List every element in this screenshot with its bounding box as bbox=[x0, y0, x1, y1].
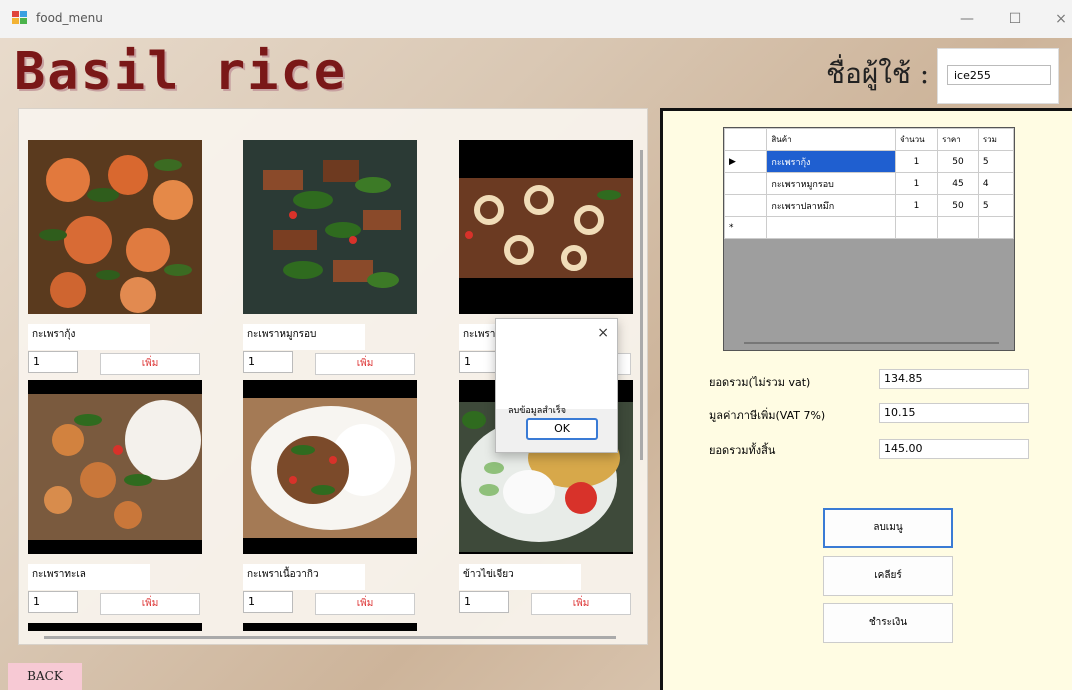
menu-item-name: กะเพราทะเล bbox=[28, 564, 150, 590]
food-image-shrimp-basil bbox=[28, 140, 202, 314]
product-cell[interactable]: กะเพราปลาหมึก bbox=[766, 194, 896, 217]
username-box: ice255 bbox=[937, 48, 1059, 104]
column-header[interactable]: ราคา bbox=[937, 128, 979, 151]
table-row[interactable]: กะเพราปลาหมึก 1 50 5 bbox=[724, 194, 1014, 217]
username-label: ชื่อผู้ใช้ : bbox=[826, 57, 930, 90]
row-header-corner bbox=[724, 128, 768, 151]
menu-item-name: กะเพราหมูกรอบ bbox=[243, 324, 365, 350]
menu-item-name: ข้าวไข่เจียว bbox=[459, 564, 581, 590]
qty-cell[interactable]: 1 bbox=[894, 150, 939, 173]
row-marker bbox=[724, 172, 768, 195]
close-window-button[interactable]: × bbox=[1046, 8, 1072, 30]
qty-cell[interactable]: 1 bbox=[894, 172, 939, 195]
app-title: Basil rice bbox=[14, 42, 348, 102]
order-grid[interactable]: สินค้า จำนวน ราคา รวม ▶ กะเพรากุ้ง 1 50 … bbox=[723, 127, 1015, 351]
total-cell[interactable] bbox=[977, 216, 1014, 239]
back-button[interactable]: BACK bbox=[8, 663, 82, 690]
menu-card-image-peek bbox=[28, 623, 202, 631]
qty-cell[interactable] bbox=[894, 216, 939, 239]
price-cell[interactable] bbox=[937, 216, 979, 239]
clear-button[interactable]: เคลียร์ bbox=[823, 556, 953, 596]
maximize-button[interactable]: ☐ bbox=[1000, 8, 1030, 30]
table-row-new[interactable]: * bbox=[724, 216, 1014, 239]
column-header[interactable]: จำนวน bbox=[894, 128, 939, 151]
row-marker: * bbox=[724, 216, 768, 239]
price-cell[interactable]: 50 bbox=[937, 150, 979, 173]
product-cell[interactable]: กะเพรากุ้ง bbox=[766, 150, 896, 173]
qty-cell[interactable]: 1 bbox=[894, 194, 939, 217]
price-cell[interactable]: 50 bbox=[937, 194, 979, 217]
username-field[interactable]: ice255 bbox=[947, 65, 1051, 85]
order-table: สินค้า จำนวน ราคา รวม ▶ กะเพรากุ้ง 1 50 … bbox=[724, 128, 1014, 239]
window-title: food_menu bbox=[36, 11, 103, 25]
dialog-close-button[interactable]: × bbox=[597, 325, 609, 341]
table-header-row: สินค้า จำนวน ราคา รวม bbox=[724, 128, 1014, 151]
add-button[interactable]: เพิ่ม bbox=[100, 353, 200, 375]
subtotal-field[interactable]: 134.85 bbox=[879, 369, 1029, 389]
subtotal-label: ยอดรวม(ไม่รวม vat) bbox=[709, 376, 811, 389]
food-image-squid-basil bbox=[459, 140, 633, 314]
table-row[interactable]: ▶ กะเพรากุ้ง 1 50 5 bbox=[724, 150, 1014, 173]
vat-label: มูลค่าภาษีเพิ่ม(VAT 7%) bbox=[709, 409, 826, 422]
quantity-field[interactable]: 1 bbox=[28, 591, 78, 613]
quantity-field[interactable]: 1 bbox=[28, 351, 78, 373]
add-button[interactable]: เพิ่ม bbox=[100, 593, 200, 615]
product-cell[interactable] bbox=[766, 216, 896, 239]
product-cell[interactable]: กะเพราหมูกรอบ bbox=[766, 172, 896, 195]
grand-total-field[interactable]: 145.00 bbox=[879, 439, 1029, 459]
minimize-button[interactable]: — bbox=[952, 8, 982, 30]
row-marker bbox=[724, 194, 768, 217]
column-header[interactable]: รวม bbox=[977, 128, 1014, 151]
total-cell[interactable]: 5 bbox=[977, 194, 1014, 217]
column-header[interactable]: สินค้า bbox=[766, 128, 896, 151]
price-cell[interactable]: 45 bbox=[937, 172, 979, 195]
quantity-field[interactable]: 1 bbox=[459, 591, 509, 613]
quantity-field[interactable]: 1 bbox=[243, 591, 293, 613]
menu-item-name: กะเพราเนื้อวากิว bbox=[243, 564, 365, 590]
grid-horizontal-scrollbar[interactable] bbox=[744, 342, 999, 344]
total-cell[interactable]: 5 bbox=[977, 150, 1014, 173]
order-panel: สินค้า จำนวน ราคา รวม ▶ กะเพรากุ้ง 1 50 … bbox=[660, 108, 1072, 690]
vat-field[interactable]: 10.15 bbox=[879, 403, 1029, 423]
ok-button[interactable]: OK bbox=[526, 418, 598, 440]
message-dialog: × OK ลบข้อมูลสำเร็จ bbox=[495, 318, 618, 453]
total-cell[interactable]: 4 bbox=[977, 172, 1014, 195]
row-marker: ▶ bbox=[724, 150, 768, 173]
app-icon bbox=[12, 11, 27, 24]
delete-menu-button[interactable]: ลบเมนู bbox=[823, 508, 953, 548]
menu-card-image-peek bbox=[243, 623, 417, 631]
menu-item-name: กะเพรากุ้ง bbox=[28, 324, 150, 350]
menu-horizontal-scrollbar[interactable] bbox=[44, 636, 616, 639]
add-button[interactable]: เพิ่ม bbox=[315, 593, 415, 615]
food-image-seafood-basil-rice bbox=[28, 380, 202, 554]
food-image-wagyu-basil-rice bbox=[243, 380, 417, 554]
quantity-field[interactable]: 1 bbox=[243, 351, 293, 373]
grand-total-label: ยอดรวมทั้งสิ้น bbox=[709, 444, 776, 457]
menu-vertical-scrollbar[interactable] bbox=[640, 150, 643, 460]
table-row[interactable]: กะเพราหมูกรอบ 1 45 4 bbox=[724, 172, 1014, 195]
add-button[interactable]: เพิ่ม bbox=[315, 353, 415, 375]
food-image-crispy-pork-basil bbox=[243, 140, 417, 314]
window-titlebar: food_menu — ☐ × bbox=[0, 0, 1072, 38]
dialog-message: ลบข้อมูลสำเร็จ bbox=[508, 406, 566, 416]
add-button[interactable]: เพิ่ม bbox=[531, 593, 631, 615]
pay-button[interactable]: ชำระเงิน bbox=[823, 603, 953, 643]
